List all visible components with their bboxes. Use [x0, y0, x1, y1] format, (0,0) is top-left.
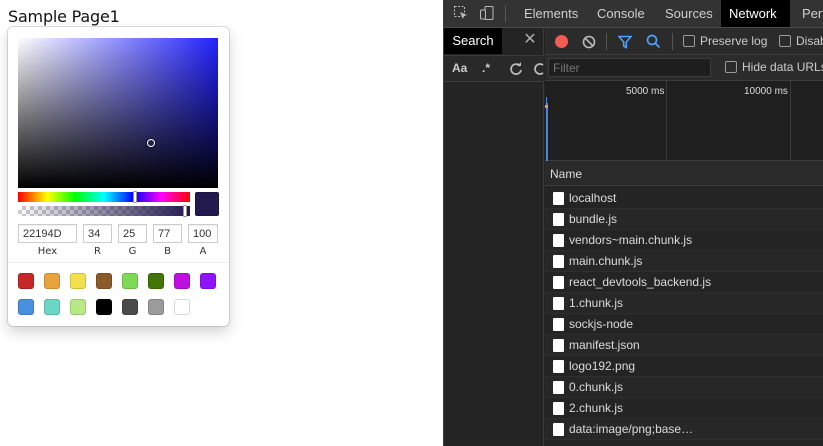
color-picker: Hex R G B A: [8, 27, 229, 326]
preserve-log-checkbox[interactable]: [683, 35, 695, 47]
document-icon: [553, 276, 564, 289]
network-panel: Preserve log Disab Hide data URLs 5000 m…: [545, 28, 823, 446]
tab-elements[interactable]: Elements: [516, 0, 586, 27]
hex-label: Hex: [37, 246, 58, 257]
red-label: R: [94, 246, 101, 257]
preserve-log-label: Preserve log: [700, 34, 768, 48]
blue-label: B: [164, 246, 171, 257]
tab-search[interactable]: Search: [444, 28, 502, 54]
preset-color-swatch[interactable]: [200, 273, 216, 289]
request-row[interactable]: react_devtools_backend.js: [545, 272, 823, 293]
regex-button[interactable]: .*: [482, 61, 490, 75]
active-color-swatch: [195, 192, 219, 216]
preset-color-swatch[interactable]: [148, 273, 164, 289]
timeline-tick-5000: 5000 ms: [626, 86, 665, 97]
request-row[interactable]: 0.chunk.js: [545, 377, 823, 398]
devtools-toolbar: Elements Console Sources Network Perf: [444, 0, 823, 28]
screen: Sample Page1 Hex R G B: [0, 0, 823, 446]
preset-color-swatch[interactable]: [96, 273, 112, 289]
document-icon: [553, 192, 564, 205]
request-row[interactable]: data:image/png;base…: [545, 419, 823, 440]
saturation-area[interactable]: [18, 38, 218, 188]
search-options-bar: Aa .*: [444, 55, 544, 82]
inspect-element-icon[interactable]: [453, 5, 469, 21]
preset-color-swatch[interactable]: [18, 299, 34, 315]
devtools-panel: Elements Console Sources Network Perf Se…: [443, 0, 823, 446]
preset-color-swatch[interactable]: [174, 273, 190, 289]
tab-sources[interactable]: Sources: [657, 0, 721, 27]
preset-color-swatch[interactable]: [44, 299, 60, 315]
request-row[interactable]: 1.chunk.js: [545, 293, 823, 314]
document-icon: [553, 255, 564, 268]
green-label: G: [128, 246, 137, 257]
document-icon: [553, 297, 564, 310]
document-icon: [553, 423, 564, 436]
blue-input[interactable]: [153, 224, 182, 243]
hide-data-urls-checkbox[interactable]: [725, 61, 737, 73]
preset-color-swatch[interactable]: [174, 299, 190, 315]
hue-slider[interactable]: [18, 191, 190, 203]
request-row[interactable]: main.chunk.js: [545, 251, 823, 272]
preset-color-swatch[interactable]: [122, 273, 138, 289]
picker-divider: [8, 262, 229, 263]
request-row[interactable]: 2.chunk.js: [545, 398, 823, 419]
hide-data-urls-label: Hide data URLs: [742, 60, 823, 74]
name-column-header[interactable]: Name: [545, 161, 823, 186]
document-icon: [553, 381, 564, 394]
tab-network[interactable]: Network: [721, 0, 790, 27]
preset-color-swatch[interactable]: [44, 273, 60, 289]
device-toolbar-icon[interactable]: [479, 5, 495, 21]
preset-color-swatch[interactable]: [122, 299, 138, 315]
red-input[interactable]: [83, 224, 112, 243]
green-input[interactable]: [118, 224, 147, 243]
filter-input[interactable]: [548, 58, 711, 77]
document-icon: [553, 360, 564, 373]
tab-performance[interactable]: Perf: [794, 0, 823, 27]
request-row[interactable]: manifest.json: [545, 335, 823, 356]
tab-console[interactable]: Console: [589, 0, 653, 27]
preset-color-swatch[interactable]: [96, 299, 112, 315]
preset-color-swatch[interactable]: [18, 273, 34, 289]
document-icon: [553, 213, 564, 226]
hue-slider-handle[interactable]: [133, 191, 137, 203]
document-icon: [553, 402, 564, 415]
search-icon[interactable]: [646, 34, 661, 49]
preset-color-swatch[interactable]: [70, 299, 86, 315]
alpha-slider[interactable]: [18, 205, 190, 217]
match-case-button[interactable]: Aa: [452, 61, 467, 75]
filter-icon[interactable]: [618, 35, 632, 49]
alpha-label: A: [199, 246, 207, 257]
search-panel: Search ✕ Aa .*: [444, 28, 544, 446]
refresh-icon[interactable]: [509, 62, 523, 76]
clear-icon[interactable]: [582, 35, 596, 49]
preset-color-swatch[interactable]: [70, 273, 86, 289]
request-row[interactable]: vendors~main.chunk.js: [545, 230, 823, 251]
document-icon: [553, 339, 564, 352]
document-icon: [553, 234, 564, 247]
preset-color-swatch[interactable]: [148, 299, 164, 315]
document-icon: [553, 318, 564, 331]
saturation-pointer[interactable]: [147, 139, 155, 147]
network-overview[interactable]: 5000 ms 10000 ms: [545, 81, 823, 161]
disable-cache-checkbox[interactable]: [779, 35, 791, 47]
close-icon[interactable]: ✕: [522, 32, 538, 48]
request-row[interactable]: logo192.png: [545, 356, 823, 377]
request-row[interactable]: sockjs-node: [545, 314, 823, 335]
disable-cache-label: Disab: [796, 34, 823, 48]
clear-search-icon[interactable]: [534, 62, 544, 76]
hex-input[interactable]: [18, 224, 77, 243]
request-row[interactable]: localhost: [545, 188, 823, 209]
timeline-tick-10000: 10000 ms: [744, 86, 788, 97]
record-button[interactable]: [555, 35, 568, 48]
network-toolbar: Preserve log Disab: [545, 28, 823, 55]
alpha-slider-handle[interactable]: [183, 205, 187, 217]
request-row[interactable]: bundle.js: [545, 209, 823, 230]
alpha-input[interactable]: [188, 224, 218, 243]
page-viewport: Sample Page1 Hex R G B: [0, 0, 443, 446]
filter-bar: Hide data URLs: [545, 55, 823, 81]
request-list: localhost bundle.js vendors~main.chunk.j…: [545, 188, 823, 440]
page-title: Sample Page1: [8, 7, 120, 26]
